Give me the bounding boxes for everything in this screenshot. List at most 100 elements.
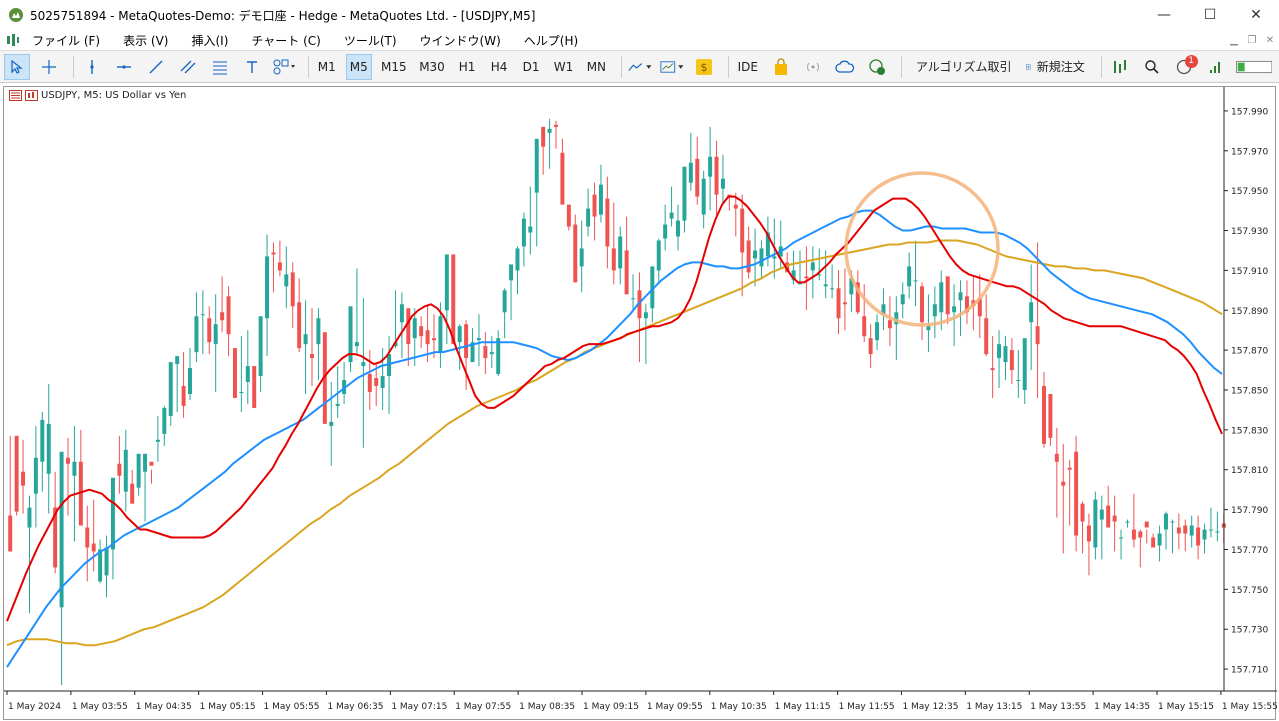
- channel-tool-button[interactable]: [175, 54, 201, 80]
- cloud-button[interactable]: [832, 54, 858, 80]
- candle-body: [759, 248, 764, 267]
- candle-body: [714, 156, 719, 195]
- menu-chart[interactable]: チャート (C): [251, 32, 320, 49]
- templates-dropdown-button[interactable]: [659, 54, 685, 80]
- timeframe-h1[interactable]: H1: [454, 54, 480, 80]
- candlesticks: [8, 118, 1226, 686]
- horizontal-line-tool-button[interactable]: [111, 54, 137, 80]
- mdi-controls: ▁ ❐ ✕: [1225, 30, 1279, 50]
- candle-body: [59, 451, 64, 608]
- timeframe-h4[interactable]: H4: [486, 54, 512, 80]
- timeframe-m30[interactable]: M30: [416, 54, 448, 80]
- candle-body: [1106, 505, 1111, 528]
- vps-button[interactable]: [864, 54, 890, 80]
- mdi-close-icon[interactable]: ✕: [1261, 35, 1279, 46]
- candle-body: [239, 391, 244, 393]
- candle-body: [733, 204, 738, 209]
- candle-body: [945, 276, 950, 315]
- crosshair-tool-button[interactable]: [36, 54, 62, 80]
- menu-tools[interactable]: ツール(T): [344, 32, 397, 49]
- time-tick-label: 1 May 11:55: [839, 702, 895, 712]
- cursor-tool-button[interactable]: [4, 53, 30, 80]
- timeframe-m1[interactable]: M1: [314, 54, 340, 80]
- mdi-restore-icon[interactable]: ❐: [1243, 35, 1261, 46]
- candle-body: [1151, 537, 1156, 548]
- timeframe-m15[interactable]: M15: [378, 54, 410, 80]
- signal-level-indicator[interactable]: [1203, 54, 1229, 80]
- ide-button[interactable]: IDE: [734, 54, 762, 80]
- candle-body: [162, 407, 167, 434]
- trendline-tool-button[interactable]: [143, 54, 169, 80]
- candle-body: [521, 218, 526, 247]
- timeframe-d1[interactable]: D1: [518, 54, 544, 80]
- candle-body: [643, 312, 648, 319]
- candle-body: [104, 547, 109, 576]
- candle-body: [367, 374, 372, 392]
- time-tick-label: 1 May 07:55: [455, 702, 511, 712]
- candle-body: [1125, 521, 1130, 523]
- algo-trading-button[interactable]: アルゴリズム取引: [906, 54, 1014, 80]
- depth-of-market-button[interactable]: [1107, 54, 1133, 80]
- shapes-dropdown-button[interactable]: [271, 54, 297, 80]
- price-tick-label: 157.910: [1231, 267, 1268, 277]
- candle-body: [772, 256, 777, 259]
- time-tick-label: 1 May 2024: [8, 702, 61, 712]
- candle-body: [110, 477, 115, 550]
- chart-window-icon[interactable]: [6, 33, 20, 47]
- candle-body: [547, 128, 552, 133]
- menu-file[interactable]: ファイル (F): [32, 32, 100, 49]
- candle-body: [123, 449, 128, 492]
- menu-view[interactable]: 表示 (V): [123, 32, 168, 49]
- price-tick-label: 157.730: [1231, 626, 1268, 636]
- candle-body: [380, 376, 385, 389]
- candle-body: [1189, 525, 1194, 536]
- close-button[interactable]: ✕: [1233, 0, 1279, 30]
- candle-body: [425, 330, 430, 345]
- signals-button[interactable]: [800, 54, 826, 80]
- mdi-minimize-icon[interactable]: ▁: [1225, 35, 1243, 46]
- cloud-icon: [834, 60, 854, 73]
- timeframe-mn[interactable]: MN: [583, 54, 610, 80]
- fibonacci-tool-button[interactable]: [207, 54, 233, 80]
- chart-type-dropdown-button[interactable]: [627, 54, 653, 80]
- price-chart[interactable]: 157.990 157.970 157.950 157.930 157.910 157.8…: [4, 87, 1277, 721]
- market-button[interactable]: $: [691, 54, 717, 80]
- toolbar: M1 M5 M15 M30 H1 H4 D1 W1 MN $ IDE アルゴリズ…: [0, 50, 1279, 83]
- candle-body: [509, 264, 514, 281]
- timeframe-w1[interactable]: W1: [550, 54, 577, 80]
- search-button[interactable]: [1139, 54, 1165, 80]
- price-tick-label: 157.770: [1231, 546, 1268, 556]
- text-tool-button[interactable]: [239, 54, 265, 80]
- connection-status-bar[interactable]: [1235, 54, 1273, 80]
- candle-body: [830, 288, 835, 290]
- shopping-bag-icon: [774, 57, 787, 75]
- minimize-button[interactable]: —: [1141, 0, 1187, 30]
- candle-body: [598, 184, 603, 215]
- menu-insert[interactable]: 挿入(I): [191, 32, 228, 49]
- window-title: 5025751894 - MetaQuotes-Demo: デモ口座 - Hed…: [30, 8, 536, 23]
- vertical-line-icon: [90, 59, 94, 74]
- store-button[interactable]: [768, 54, 794, 80]
- new-order-button[interactable]: 新規注文: [1021, 54, 1090, 80]
- candle-body: [265, 256, 270, 319]
- vertical-line-tool-button[interactable]: [79, 54, 105, 80]
- candle-body: [476, 338, 481, 341]
- dollar-coin-icon: $: [696, 58, 713, 75]
- toolbar-separator: [620, 55, 622, 78]
- candle-body: [258, 316, 263, 377]
- toolbar-separator: [900, 55, 902, 78]
- candle-body: [1215, 531, 1220, 533]
- chart-window[interactable]: 157.990 157.970 157.950 157.930 157.910 157.8…: [3, 86, 1277, 721]
- candle-body: [1112, 515, 1117, 522]
- timeframe-m5[interactable]: M5: [345, 53, 372, 80]
- menu-help[interactable]: ヘルプ(H): [524, 32, 578, 49]
- candle-body: [1086, 525, 1091, 542]
- menu-window[interactable]: ウインドウ(W): [420, 32, 501, 49]
- maximize-button[interactable]: ☐: [1187, 0, 1233, 30]
- candle-body: [579, 248, 584, 267]
- time-tick-label: 1 May 10:35: [711, 702, 767, 712]
- toolbar-separator: [307, 55, 309, 78]
- candle-body: [168, 362, 173, 416]
- menu-bar: ファイル (F) 表示 (V) 挿入(I) チャート (C) ツール(T) ウイ…: [0, 30, 1279, 50]
- notifications-button[interactable]: 1: [1171, 54, 1198, 80]
